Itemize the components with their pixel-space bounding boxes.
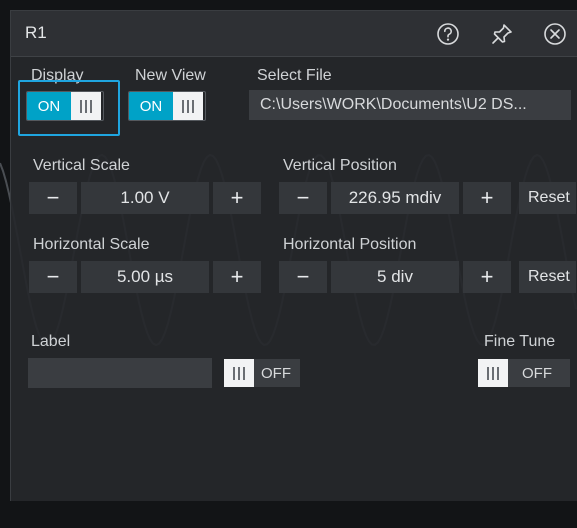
horizontal-scale-decrement-button[interactable]: − xyxy=(29,261,77,293)
horizontal-scale-stepper: − 5.00 µs + xyxy=(29,261,261,293)
label-toggle[interactable]: OFF xyxy=(224,359,300,387)
vertical-scale-label: Vertical Scale xyxy=(33,157,130,174)
horizontal-position-increment-button[interactable]: + xyxy=(463,261,511,293)
toggle-knob xyxy=(173,92,203,120)
vertical-scale-value[interactable]: 1.00 V xyxy=(81,182,209,214)
horizontal-scale-value[interactable]: 5.00 µs xyxy=(81,261,209,293)
select-file-label: Select File xyxy=(257,67,332,84)
toggle-knob xyxy=(224,359,254,387)
fine-tune-label: Fine Tune xyxy=(484,333,556,350)
new-view-toggle-state: ON xyxy=(129,92,173,120)
horizontal-scale-increment-button[interactable]: + xyxy=(213,261,261,293)
vertical-position-reset-button[interactable]: Reset xyxy=(519,182,576,214)
fine-tune-toggle-state: OFF xyxy=(508,359,570,387)
close-icon[interactable] xyxy=(542,21,568,47)
vertical-position-stepper: − 226.95 mdiv + xyxy=(279,182,511,214)
vertical-position-label: Vertical Position xyxy=(283,157,397,174)
horizontal-position-reset-button[interactable]: Reset xyxy=(519,261,576,293)
horizontal-position-stepper: − 5 div + xyxy=(279,261,511,293)
horizontal-scale-label: Horizontal Scale xyxy=(33,236,150,253)
dialog-titlebar: R1 xyxy=(11,11,577,57)
display-toggle-state: ON xyxy=(27,92,71,120)
channel-settings-dialog: R1 Display ON New View ON Select File C:… xyxy=(10,10,577,501)
horizontal-position-label: Horizontal Position xyxy=(283,236,417,253)
toggle-knob xyxy=(71,92,101,120)
vertical-position-increment-button[interactable]: + xyxy=(463,182,511,214)
new-view-label: New View xyxy=(135,67,206,84)
label-toggle-state: OFF xyxy=(254,359,300,387)
dialog-title: R1 xyxy=(25,23,47,42)
vertical-scale-stepper: − 1.00 V + xyxy=(29,182,261,214)
label-input[interactable] xyxy=(28,358,212,388)
pin-icon[interactable] xyxy=(489,21,515,47)
vertical-scale-decrement-button[interactable]: − xyxy=(29,182,77,214)
fine-tune-toggle[interactable]: OFF xyxy=(478,359,570,387)
toggle-knob xyxy=(478,359,508,387)
horizontal-position-value[interactable]: 5 div xyxy=(331,261,459,293)
label-field-label: Label xyxy=(31,333,71,350)
display-toggle[interactable]: ON xyxy=(26,91,104,121)
select-file-field[interactable]: C:\Users\WORK\Documents\U2 DS... xyxy=(249,90,571,120)
help-icon[interactable] xyxy=(435,21,461,47)
new-view-toggle[interactable]: ON xyxy=(128,91,206,121)
horizontal-position-decrement-button[interactable]: − xyxy=(279,261,327,293)
vertical-scale-increment-button[interactable]: + xyxy=(213,182,261,214)
vertical-position-value[interactable]: 226.95 mdiv xyxy=(331,182,459,214)
vertical-position-decrement-button[interactable]: − xyxy=(279,182,327,214)
